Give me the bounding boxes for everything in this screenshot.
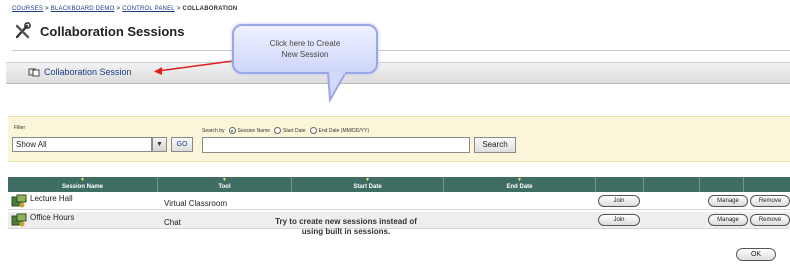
breadcrumb-control-panel[interactable]: CONTROL PANEL	[122, 6, 175, 12]
column-header-end-date[interactable]: ▼ End Date	[444, 177, 596, 192]
radio-session-name[interactable]	[228, 127, 236, 134]
ok-button[interactable]: OK	[736, 248, 776, 261]
breadcrumb-courses[interactable]: COURSES	[12, 6, 43, 12]
filter-select[interactable]: Show All	[12, 137, 152, 152]
column-header-session-name[interactable]: ▼ Session Name	[8, 177, 158, 192]
breadcrumb-current: COLLABORATION	[182, 6, 238, 12]
table-row: Lecture Hall Virtual Classroom Join Mana…	[8, 193, 790, 210]
remove-button[interactable]: Remove	[750, 214, 790, 226]
callout-tail	[326, 72, 348, 102]
remove-button[interactable]: Remove	[750, 195, 790, 207]
filter-label: Filter	[14, 125, 26, 131]
new-session-icon	[28, 68, 40, 77]
search-button[interactable]: Search	[474, 137, 516, 153]
action-bar: Collaboration Session	[6, 62, 790, 84]
join-button[interactable]: Join	[598, 214, 640, 226]
chevron-down-icon[interactable]: ▼	[152, 137, 167, 152]
page-header: Collaboration Sessions	[14, 22, 184, 40]
column-header-start-date[interactable]: ▼ Start Date	[292, 177, 444, 192]
radio-start-date[interactable]	[274, 127, 282, 134]
radio-session-name-label: Session Name	[237, 127, 271, 134]
search-by-options: Search by Session Name Start Date End Da…	[202, 127, 369, 134]
breadcrumb-blackboard-demo[interactable]: BLACKBOARD DEMO	[51, 6, 115, 12]
radio-end-date-label: End Date (MM/DD/YY)	[318, 127, 370, 134]
radio-end-date[interactable]	[309, 127, 317, 134]
column-header-blank-2	[644, 177, 700, 192]
manage-button[interactable]: Manage	[708, 195, 748, 207]
session-name[interactable]: Lecture Hall	[30, 194, 73, 203]
manage-button[interactable]: Manage	[708, 214, 748, 226]
page-title: Collaboration Sessions	[40, 23, 185, 39]
tools-icon	[15, 22, 31, 39]
session-tool: Chat	[164, 218, 181, 227]
sessions-table-header: ▼ Session Name ▼ Tool ▼ Start Date ▼ End…	[8, 177, 790, 192]
filter-panel: Filter Show All ▼ GO Search by Session N…	[8, 116, 790, 162]
breadcrumb: COURSES > BLACKBOARD DEMO > CONTROL PANEL > CO…	[12, 6, 238, 12]
session-tool: Virtual Classroom	[164, 199, 227, 208]
session-name[interactable]: Office Hours	[30, 213, 74, 222]
search-by-label: Search by	[202, 127, 225, 134]
search-input[interactable]	[202, 137, 470, 153]
column-header-blank-3	[700, 177, 744, 192]
chat-icon	[11, 213, 27, 227]
go-button[interactable]: GO	[171, 137, 193, 152]
callout-text: Click here to Create New Session	[269, 39, 341, 59]
create-collaboration-session-link[interactable]: Collaboration Session	[28, 67, 132, 77]
radio-start-date-label: Start Date	[283, 127, 306, 134]
column-header-blank-1	[596, 177, 644, 192]
annotation-note: Try to create new sessions instead of us…	[275, 217, 417, 236]
classroom-icon	[11, 194, 27, 208]
column-header-tool[interactable]: ▼ Tool	[158, 177, 292, 192]
pointer-arrow	[154, 59, 241, 75]
join-button[interactable]: Join	[598, 195, 640, 207]
create-collaboration-session-label: Collaboration Session	[44, 67, 132, 77]
callout-bubble: Click here to Create New Session	[232, 24, 378, 74]
title-divider	[12, 50, 790, 51]
